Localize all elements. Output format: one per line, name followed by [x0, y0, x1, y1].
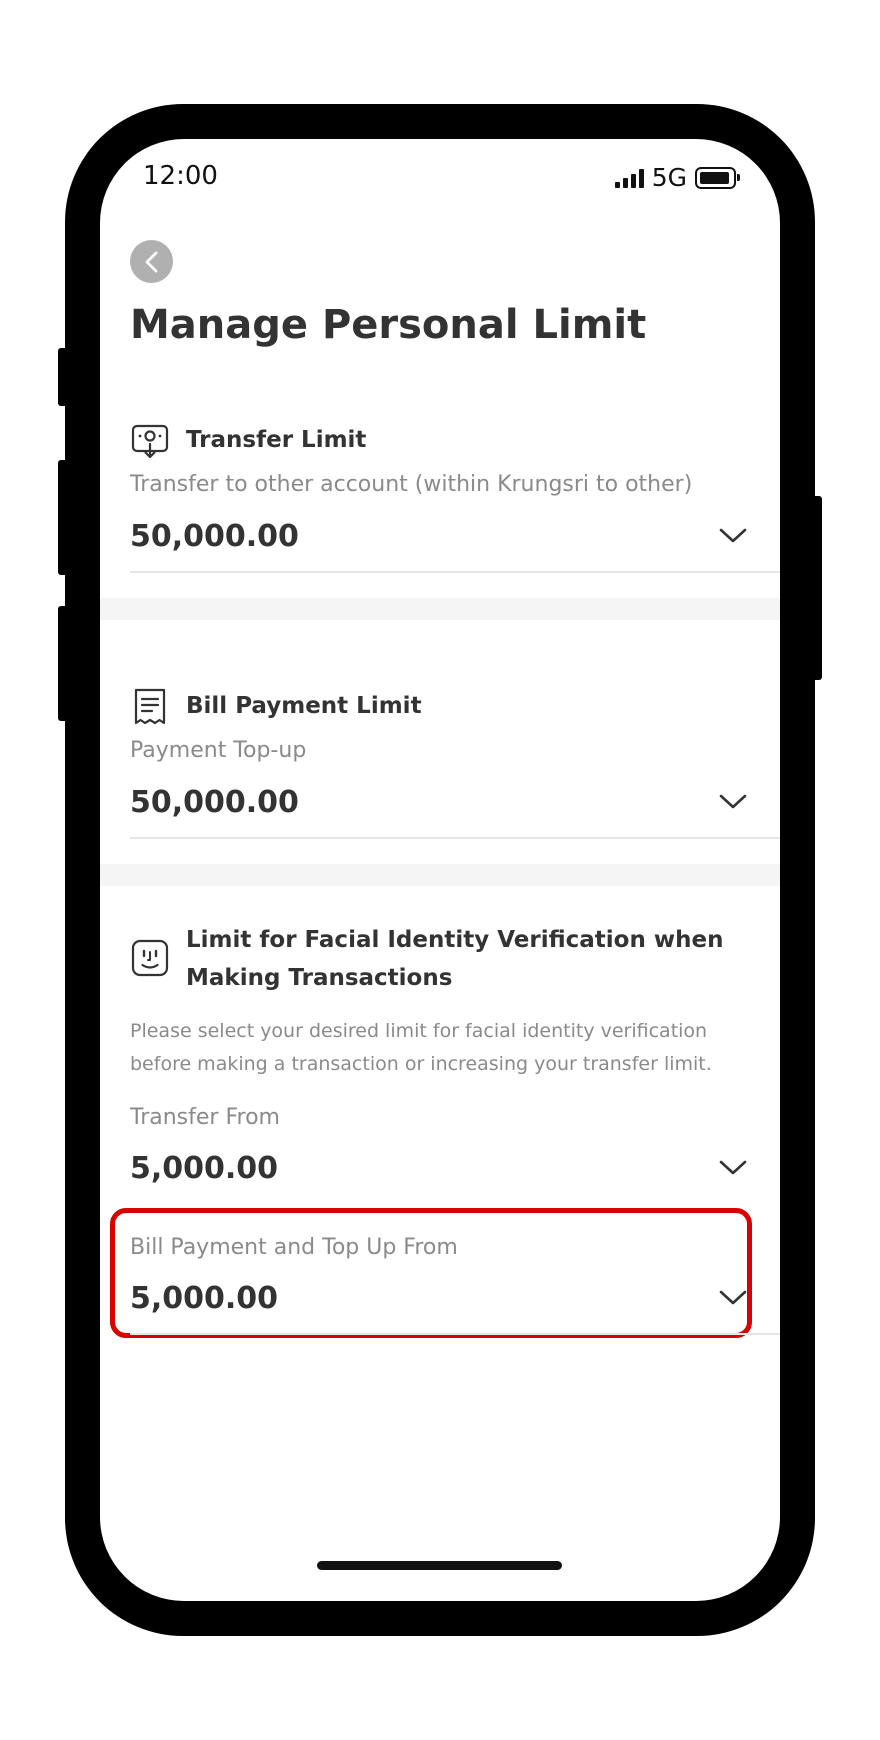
cellular-signal-icon [614, 168, 644, 188]
chevron-left-icon [145, 251, 157, 272]
highlight-box [110, 1208, 752, 1338]
transfer-from-label: Transfer From [130, 1105, 280, 1130]
facial-limit-description-line2: before making a transaction or increasin… [130, 1053, 712, 1075]
facial-limit-title-line2: Making Transactions [186, 965, 453, 991]
chevron-down-icon[interactable] [716, 1287, 750, 1309]
bill-payment-limit-title: Bill Payment Limit [186, 693, 422, 719]
bill-payment-limit-value[interactable]: 50,000.00 [130, 785, 299, 820]
battery-icon [695, 166, 740, 189]
chevron-down-icon[interactable] [716, 1157, 750, 1179]
phone-screen: 12:00 5G Manage Personal Limit Transfer … [100, 139, 780, 1601]
home-indicator [317, 1561, 562, 1570]
receipt-icon [134, 688, 166, 725]
divider [130, 837, 780, 839]
bill-payment-field-label: Payment Top-up [130, 738, 307, 763]
chevron-down-icon[interactable] [716, 791, 750, 813]
divider [130, 1333, 780, 1335]
status-bar: 12:00 5G [100, 139, 780, 199]
transfer-field-label: Transfer to other account (within Krungs… [130, 472, 693, 497]
chevron-down-icon[interactable] [716, 525, 750, 547]
divider [130, 571, 780, 573]
facial-limit-header: Limit for Facial Identity Verification w… [130, 921, 723, 997]
face-id-icon [131, 939, 169, 977]
facial-limit-title-line1: Limit for Facial Identity Verification w… [186, 927, 724, 953]
transfer-from-value[interactable]: 5,000.00 [130, 1151, 278, 1186]
section-separator [100, 598, 780, 620]
bill-payment-limit-header: Bill Payment Limit [130, 687, 422, 727]
page-title: Manage Personal Limit [130, 302, 647, 348]
status-icons: 5G [614, 163, 740, 192]
bill-topup-from-value[interactable]: 5,000.00 [130, 1281, 278, 1316]
transfer-limit-value[interactable]: 50,000.00 [130, 519, 299, 554]
network-type: 5G [651, 163, 687, 192]
section-separator [100, 864, 780, 886]
facial-limit-description-line1: Please select your desired limit for fac… [130, 1020, 708, 1042]
back-button[interactable] [130, 240, 173, 283]
transfer-limit-icon [131, 424, 169, 459]
status-time: 12:00 [143, 161, 218, 191]
facial-limit-title: Limit for Facial Identity Verification w… [186, 921, 723, 997]
facial-limit-description: Please select your desired limit for fac… [130, 1015, 730, 1081]
transfer-limit-title: Transfer Limit [186, 427, 367, 453]
transfer-limit-header: Transfer Limit [130, 421, 366, 461]
bill-topup-from-label: Bill Payment and Top Up From [130, 1235, 458, 1260]
